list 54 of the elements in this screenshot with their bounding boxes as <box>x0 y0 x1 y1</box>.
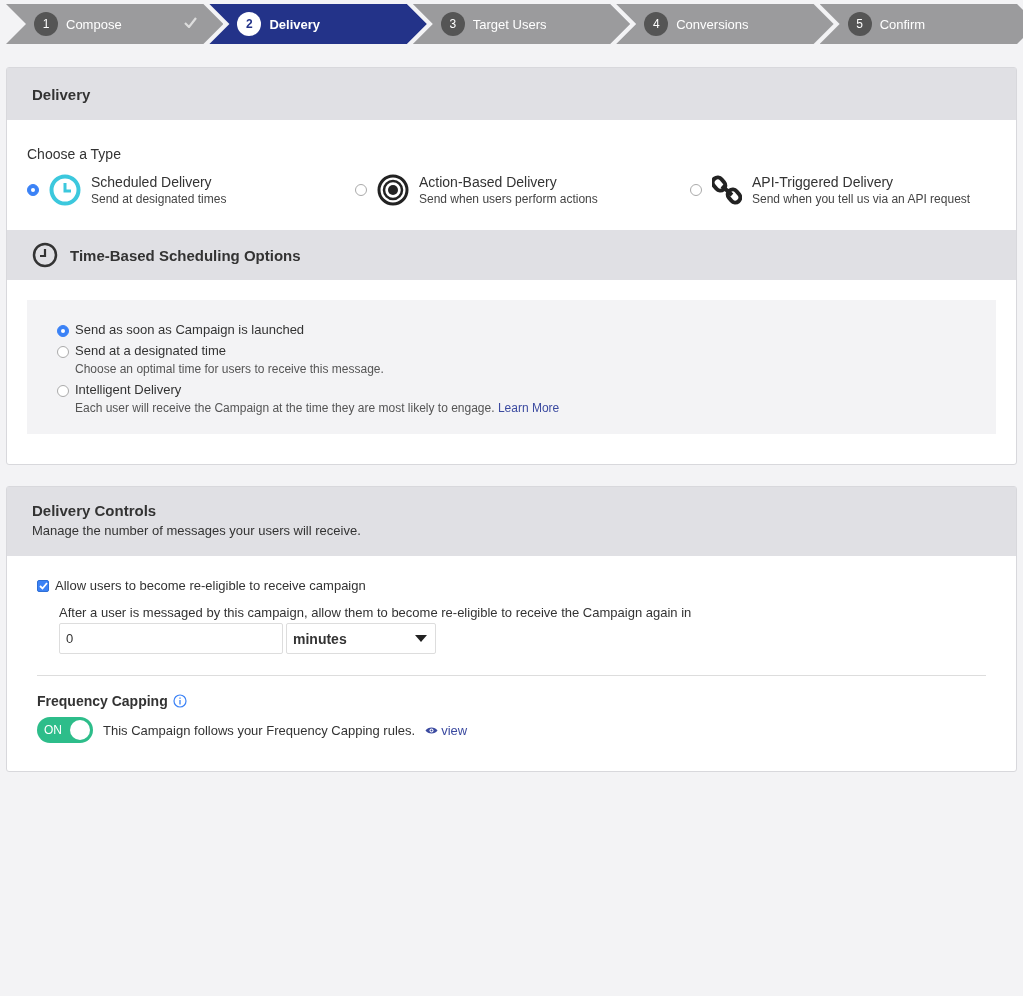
option-label: Send as soon as Campaign is launched <box>75 322 305 337</box>
step-label: Confirm <box>879 16 926 32</box>
section-title: Delivery Controls <box>32 502 158 519</box>
step-label: Conversions <box>676 16 749 32</box>
radio-button[interactable] <box>57 346 69 358</box>
wizard-step[interactable]: 5 Confirm <box>819 4 1023 44</box>
option-description: Each user will receive the Campaign at the time they are most likely to engage. Learn More <box>75 401 560 415</box>
step-number: 5 <box>847 12 872 36</box>
option-label: Send at a designated time <box>75 343 228 358</box>
radio-button[interactable] <box>355 184 367 196</box>
radio-button[interactable] <box>57 385 69 397</box>
clock-icon <box>32 242 58 268</box>
option-description: Send at designated times <box>91 192 227 206</box>
section-label: Frequency Capping <box>37 693 168 709</box>
section-title: Delivery <box>32 86 92 103</box>
step-label: Compose <box>66 16 122 32</box>
option-description: Choose an optimal time for users to receive this message. <box>75 362 384 376</box>
checkbox-label: Allow users to become re-eligible to receive campaign <box>55 578 366 593</box>
learn-more-link[interactable]: Learn More <box>497 401 560 415</box>
step-number: 4 <box>644 12 669 36</box>
step-label: Target Users <box>472 16 547 32</box>
chain-link-icon <box>712 175 742 205</box>
view-link[interactable]: view <box>425 722 468 738</box>
option-title: Action-Based Delivery <box>419 174 558 190</box>
step-number: 2 <box>237 12 262 36</box>
wizard-step[interactable]: 1 Compose <box>6 4 224 44</box>
option-description: Send when you tell us via an API request <box>752 192 971 206</box>
step-label: Delivery <box>269 16 320 32</box>
section-subtitle: Manage the number of messages your users will receive. <box>32 523 362 538</box>
unit-dropdown[interactable]: minutes <box>286 623 436 654</box>
toggle-description: This Campaign follows your Frequency Capping rules. <box>103 722 416 738</box>
check-icon <box>184 17 198 28</box>
caret-icon <box>415 635 427 642</box>
wizard-step[interactable]: 2 Delivery <box>209 4 427 44</box>
option-description: Send when users perform actions <box>419 192 598 206</box>
step-number: 3 <box>440 12 465 36</box>
eye-icon <box>425 725 439 735</box>
step-number: 1 <box>34 12 58 36</box>
option-title: Scheduled Delivery <box>91 174 213 190</box>
info-icon[interactable] <box>172 694 187 708</box>
option-title: API-Triggered Delivery <box>752 174 895 190</box>
wizard-step[interactable]: 4 Conversions <box>616 4 834 44</box>
checkbox[interactable] <box>37 579 49 592</box>
target-icon <box>377 174 409 206</box>
number-input-field[interactable]: 0 <box>59 623 283 654</box>
field-label: Choose a Type <box>27 146 122 162</box>
option-label: Intelligent Delivery <box>75 382 183 397</box>
radio-button[interactable] <box>690 184 702 196</box>
radio-button[interactable] <box>27 184 39 196</box>
wizard-step[interactable]: 3 Target Users <box>412 4 631 44</box>
section-title: Time-Based Scheduling Options <box>70 246 301 264</box>
field-hint: After a user is messaged by this campaign, allow them to become re-eligible to receive the Campaign again in <box>59 605 693 620</box>
radio-button[interactable] <box>57 325 69 337</box>
clock-icon <box>49 174 81 206</box>
